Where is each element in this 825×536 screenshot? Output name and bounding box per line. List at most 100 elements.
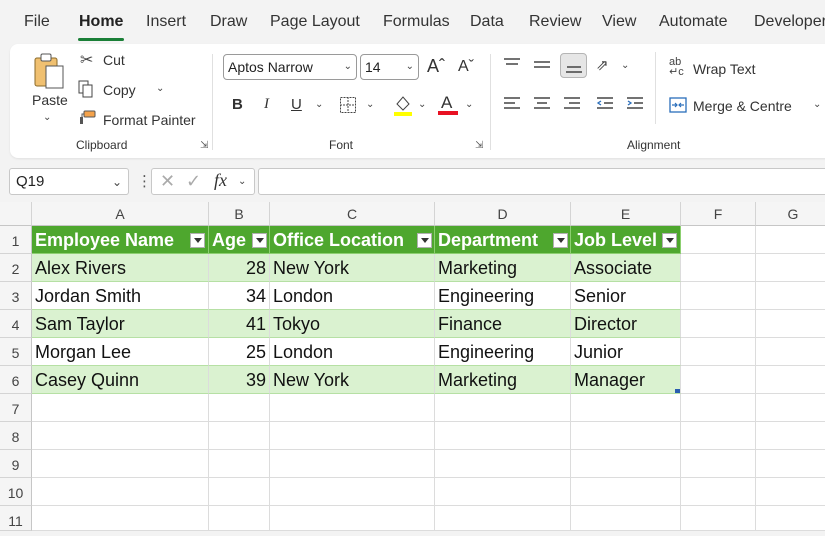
empty-cell[interactable] [209,506,270,531]
insert-function-button[interactable]: fx [214,170,227,191]
font-color-icon[interactable]: A [438,93,460,117]
menu-review[interactable]: Review [529,13,581,31]
increase-indent-icon[interactable] [626,96,644,117]
font-launcher-icon[interactable]: ⇲ [475,140,483,151]
name-box[interactable]: Q19 ⌄ [9,168,129,195]
table-cell[interactable]: London [270,282,435,310]
table-header-cell[interactable]: Department [435,226,571,254]
row-header-3[interactable]: 3 [0,282,32,310]
row-header-8[interactable]: 8 [0,422,32,450]
empty-cell[interactable] [209,394,270,422]
row-header-6[interactable]: 6 [0,366,32,394]
scissors-icon[interactable]: ✂ [80,50,93,70]
format-painter-icon[interactable] [78,109,96,125]
empty-cell[interactable] [681,506,756,531]
table-cell[interactable]: Marketing [435,254,571,282]
row-header-7[interactable]: 7 [0,394,32,422]
cut-button[interactable]: Cut [103,52,125,68]
empty-cell[interactable] [756,366,825,394]
table-cell[interactable]: Marketing [435,366,571,394]
column-header-d[interactable]: D [435,202,571,226]
empty-cell[interactable] [756,254,825,282]
select-all-corner[interactable] [0,202,32,226]
empty-cell[interactable] [681,394,756,422]
fill-color-icon[interactable] [393,94,413,121]
empty-cell[interactable] [270,394,435,422]
empty-cell[interactable] [32,478,209,506]
row-header-1[interactable]: 1 [0,226,32,254]
empty-cell[interactable] [756,338,825,366]
table-cell[interactable]: 34 [209,282,270,310]
align-center-icon[interactable] [533,96,551,117]
empty-cell[interactable] [681,226,756,254]
row-header-11[interactable]: 11 [0,506,32,531]
fill-color-dropdown-icon[interactable]: ⌄ [418,99,426,110]
empty-cell[interactable] [209,478,270,506]
table-cell[interactable]: 39 [209,366,270,394]
empty-cell[interactable] [756,394,825,422]
table-cell[interactable]: Casey Quinn [32,366,209,394]
align-top-icon[interactable] [503,57,521,78]
align-right-icon[interactable] [563,96,581,117]
increase-font-size-icon[interactable]: Aˆ [427,56,445,77]
empty-cell[interactable] [571,422,681,450]
empty-cell[interactable] [756,506,825,531]
empty-cell[interactable] [681,366,756,394]
align-bottom-button[interactable] [560,53,587,78]
empty-cell[interactable] [32,422,209,450]
empty-cell[interactable] [681,310,756,338]
empty-cell[interactable] [270,506,435,531]
menu-home[interactable]: Home [79,13,123,31]
empty-cell[interactable] [681,282,756,310]
empty-cell[interactable] [571,478,681,506]
empty-cell[interactable] [209,450,270,478]
more-options-icon[interactable]: ⋮ [137,172,152,190]
table-cell[interactable]: Morgan Lee [32,338,209,366]
chevron-down-icon[interactable]: ⌄ [112,175,122,189]
italic-button[interactable]: I [264,96,269,113]
empty-cell[interactable] [571,394,681,422]
empty-cell[interactable] [571,450,681,478]
clipboard-launcher-icon[interactable]: ⇲ [200,140,208,151]
borders-dropdown-icon[interactable]: ⌄ [366,99,374,110]
empty-cell[interactable] [756,310,825,338]
empty-cell[interactable] [681,478,756,506]
font-size-dropdown[interactable]: 14 ⌄ [360,54,419,80]
menu-file[interactable]: File [24,13,50,31]
column-header-f[interactable]: F [681,202,756,226]
table-cell[interactable]: London [270,338,435,366]
table-cell[interactable]: Associate [571,254,681,282]
enter-icon[interactable]: ✓ [186,171,201,192]
empty-cell[interactable] [270,450,435,478]
orientation-icon[interactable]: ⇗ [596,56,609,74]
font-name-dropdown[interactable]: Aptos Narrow ⌄ [223,54,357,80]
decrease-indent-icon[interactable] [596,96,614,117]
menu-developer[interactable]: Developer [754,13,825,31]
empty-cell[interactable] [435,478,571,506]
table-cell[interactable]: Alex Rivers [32,254,209,282]
empty-cell[interactable] [32,506,209,531]
empty-cell[interactable] [756,422,825,450]
filter-dropdown-icon[interactable] [190,233,205,248]
empty-cell[interactable] [681,450,756,478]
cancel-icon[interactable]: ✕ [160,171,175,192]
column-header-e[interactable]: E [571,202,681,226]
column-header-a[interactable]: A [32,202,209,226]
table-cell[interactable]: 28 [209,254,270,282]
column-header-g[interactable]: G [756,202,825,226]
empty-cell[interactable] [32,450,209,478]
copy-dropdown-icon[interactable]: ⌄ [156,83,164,94]
row-header-5[interactable]: 5 [0,338,32,366]
table-cell[interactable]: 41 [209,310,270,338]
menu-data[interactable]: Data [470,13,504,31]
paste-dropdown-icon[interactable]: ⌄ [43,112,51,123]
wrap-text-button[interactable]: Wrap Text [693,61,756,77]
table-cell[interactable]: Finance [435,310,571,338]
table-resize-handle[interactable] [675,389,680,393]
filter-dropdown-icon[interactable] [417,233,432,248]
empty-cell[interactable] [571,506,681,531]
underline-dropdown-icon[interactable]: ⌄ [315,99,323,110]
decrease-font-size-icon[interactable]: Aˇ [458,58,474,76]
filter-dropdown-icon[interactable] [662,233,677,248]
paste-button[interactable]: Paste [32,92,68,108]
